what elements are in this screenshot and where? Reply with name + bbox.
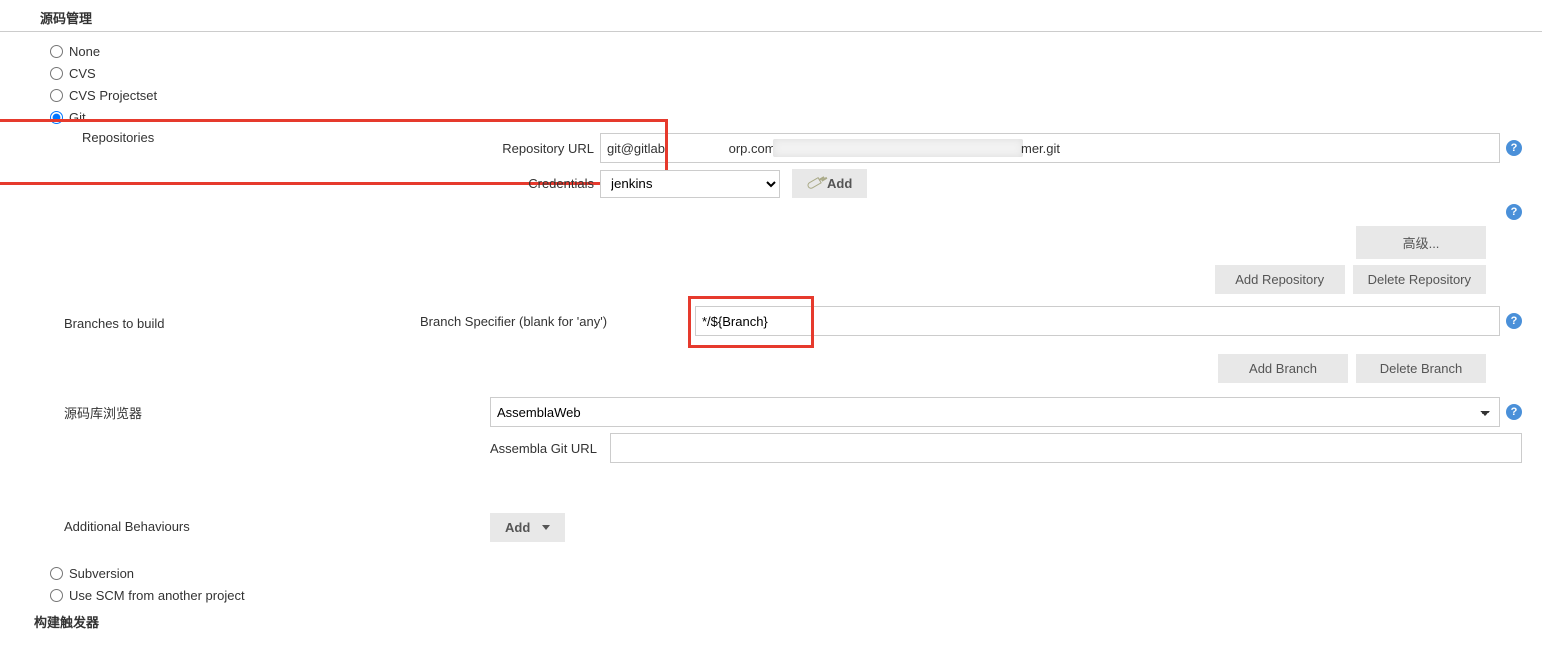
branch-specifier-label: Branch Specifier (blank for 'any')	[420, 314, 695, 329]
scm-option-none-label: None	[69, 44, 100, 59]
additional-behaviours-label: Additional Behaviours	[64, 519, 190, 534]
radio-cvs[interactable]	[50, 67, 63, 80]
scm-option-cvs-projectset[interactable]: CVS Projectset	[50, 84, 1542, 106]
scm-option-none[interactable]: None	[50, 40, 1542, 62]
radio-none[interactable]	[50, 45, 63, 58]
delete-repository-button[interactable]: Delete Repository	[1353, 265, 1486, 294]
add-branch-button[interactable]: Add Branch	[1218, 354, 1348, 383]
radio-cvs-projectset[interactable]	[50, 89, 63, 102]
branch-specifier-row: Branch Specifier (blank for 'any') ?	[420, 306, 1522, 336]
help-icon[interactable]: ?	[1506, 204, 1522, 220]
advanced-label: 高级...	[1403, 233, 1440, 252]
add-repository-button[interactable]: Add Repository	[1215, 265, 1345, 294]
advanced-button[interactable]: 高级...	[1356, 226, 1486, 259]
scm-option-git-label: Git	[69, 110, 86, 125]
add-behaviour-button[interactable]: Add	[490, 513, 565, 542]
repository-url-row: Repository URL git@gitlab. orp.com mer.g…	[420, 133, 1522, 163]
scm-option-cvs-label: CVS	[69, 66, 96, 81]
add-credentials-button[interactable]: Add	[792, 169, 867, 198]
scm-option-cvs-projectset-label: CVS Projectset	[69, 88, 157, 103]
help-icon[interactable]: ?	[1506, 404, 1522, 420]
help-icon[interactable]: ?	[1506, 313, 1522, 329]
scm-option-subversion[interactable]: Subversion	[50, 562, 1542, 584]
scm-option-subversion-label: Subversion	[69, 566, 134, 581]
branch-specifier-input[interactable]	[695, 306, 1500, 336]
repository-url-input[interactable]: git@gitlab. orp.com mer.git	[600, 133, 1500, 163]
repo-browser-select[interactable]: AssemblaWeb	[490, 397, 1500, 427]
help-icon[interactable]: ?	[1506, 140, 1522, 156]
scm-radio-list: None CVS CVS Projectset Git	[0, 40, 1542, 128]
credentials-label: Credentials	[420, 176, 600, 191]
repo-url-part3: mer.git	[1021, 141, 1060, 156]
assembla-url-input[interactable]	[610, 433, 1522, 463]
add-behaviour-label: Add	[505, 520, 530, 535]
repo-url-part2: orp.com	[729, 141, 776, 156]
repo-browser-label: 源码库浏览器	[64, 403, 142, 422]
delete-branch-button[interactable]: Delete Branch	[1356, 354, 1486, 383]
repo-url-part1: git@gitlab.	[607, 141, 669, 156]
scm-option-use-scm-from-label: Use SCM from another project	[69, 588, 245, 603]
add-credentials-label: Add	[827, 176, 852, 191]
chevron-down-icon	[542, 525, 550, 530]
credentials-select[interactable]: jenkins	[600, 170, 780, 198]
radio-git[interactable]	[50, 111, 63, 124]
radio-use-scm-from[interactable]	[50, 589, 63, 602]
scm-section-header: 源码管理	[0, 0, 1542, 32]
repository-url-label: Repository URL	[420, 141, 600, 156]
scm-option-git[interactable]: Git	[50, 106, 1542, 128]
radio-subversion[interactable]	[50, 567, 63, 580]
build-triggers-header: 构建触发器	[0, 606, 1542, 631]
redacted-overlay	[773, 139, 1023, 157]
scm-option-cvs[interactable]: CVS	[50, 62, 1542, 84]
key-icon	[806, 177, 822, 190]
scm-option-use-scm-from[interactable]: Use SCM from another project	[50, 584, 1542, 606]
credentials-row: Credentials jenkins Add	[420, 169, 1522, 198]
assembla-url-label: Assembla Git URL	[490, 441, 610, 456]
